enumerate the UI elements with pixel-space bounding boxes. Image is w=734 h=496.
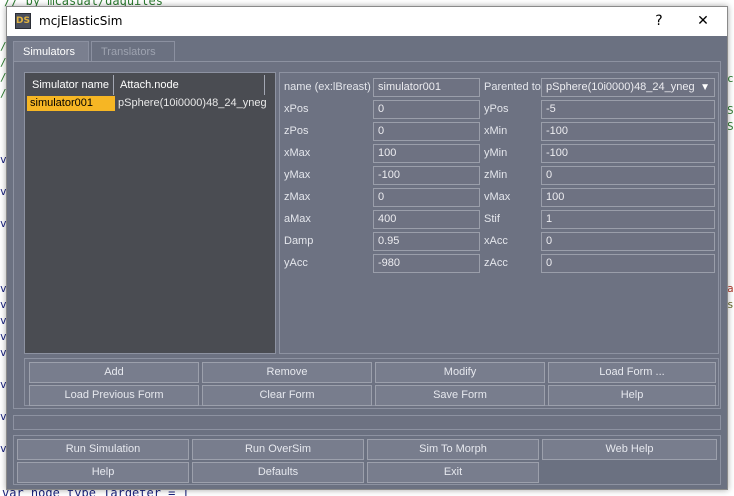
- tab-translators[interactable]: Translators: [91, 41, 175, 61]
- load-form-button[interactable]: Load Form ...: [548, 362, 716, 383]
- zmin-label: zMin: [484, 169, 508, 181]
- save-form-button[interactable]: Save Form: [375, 385, 545, 406]
- dropdown-arrow-icon: ▼: [700, 82, 710, 93]
- column-header-attach-node[interactable]: Attach.node: [115, 75, 265, 95]
- xpos-input[interactable]: 0: [373, 100, 480, 119]
- progress-bar: [13, 415, 721, 430]
- simulators-tab-content: Simulator name Attach.node simulator001 …: [13, 61, 721, 409]
- ymax-label: yMax: [284, 169, 311, 181]
- xmax-label: xMax: [284, 147, 311, 159]
- xmax-input[interactable]: 100: [373, 144, 480, 163]
- damp-label: Damp: [284, 235, 314, 247]
- daz-studio-app-icon: DS: [15, 13, 31, 29]
- zacc-input[interactable]: 0: [541, 254, 715, 273]
- parented-to-label: Parented to: [484, 81, 541, 93]
- load-previous-form-button[interactable]: Load Previous Form: [29, 385, 199, 406]
- simulator-list[interactable]: Simulator name Attach.node simulator001 …: [24, 72, 276, 354]
- attach-node-cell[interactable]: pSphere(10i0000)48_24_yneg: [115, 96, 275, 111]
- xpos-label: xPos: [284, 103, 309, 115]
- name-label: name (ex:lBreast): [284, 81, 371, 93]
- form-button-group: Add Remove Modify Load Form ... Load Pre…: [24, 358, 719, 406]
- web-help-button[interactable]: Web Help: [542, 439, 717, 460]
- form-help-button[interactable]: Help: [548, 385, 716, 406]
- simulator-form: name (ex:lBreast) simulator001 Parented …: [279, 72, 719, 354]
- modify-button[interactable]: Modify: [375, 362, 545, 383]
- title-bar[interactable]: DS mcjElasticSim ? ✕: [7, 7, 727, 36]
- xmin-label: xMin: [484, 125, 508, 137]
- ypos-input[interactable]: -5: [541, 100, 715, 119]
- zmax-label: zMax: [284, 191, 311, 203]
- zmin-input[interactable]: 0: [541, 166, 715, 185]
- remove-button[interactable]: Remove: [202, 362, 372, 383]
- column-header-simulator-name[interactable]: Simulator name: [27, 75, 114, 95]
- exit-button[interactable]: Exit: [367, 462, 539, 483]
- add-button[interactable]: Add: [29, 362, 199, 383]
- yacc-input[interactable]: -980: [373, 254, 480, 273]
- sim-to-morph-button[interactable]: Sim To Morph: [367, 439, 539, 460]
- ymin-label: yMin: [484, 147, 508, 159]
- parented-to-select[interactable]: pSphere(10i0000)48_24_yneg ▼: [541, 78, 715, 97]
- close-icon[interactable]: ✕: [692, 11, 714, 31]
- yacc-label: yAcc: [284, 257, 308, 269]
- name-input[interactable]: simulator001: [373, 78, 480, 97]
- zpos-label: zPos: [284, 125, 309, 137]
- damp-input[interactable]: 0.95: [373, 232, 480, 251]
- zpos-input[interactable]: 0: [373, 122, 480, 141]
- tab-simulators[interactable]: Simulators: [13, 41, 89, 61]
- xmin-input[interactable]: -100: [541, 122, 715, 141]
- ymax-input[interactable]: -100: [373, 166, 480, 185]
- amax-label: aMax: [284, 213, 311, 225]
- run-oversim-button[interactable]: Run OverSim: [192, 439, 364, 460]
- help-question-icon[interactable]: ?: [648, 11, 670, 31]
- run-simulation-button[interactable]: Run Simulation: [17, 439, 189, 460]
- defaults-button[interactable]: Defaults: [192, 462, 364, 483]
- help-button[interactable]: Help: [17, 462, 189, 483]
- elastic-sim-dialog: DS mcjElasticSim ? ✕ Simulators Translat…: [6, 6, 728, 490]
- ymin-input[interactable]: -100: [541, 144, 715, 163]
- zacc-label: zAcc: [484, 257, 508, 269]
- amax-input[interactable]: 400: [373, 210, 480, 229]
- xacc-input[interactable]: 0: [541, 232, 715, 251]
- vmax-label: vMax: [484, 191, 511, 203]
- xacc-label: xAcc: [484, 235, 508, 247]
- window-title: mcjElasticSim: [39, 14, 123, 28]
- ypos-label: yPos: [484, 103, 509, 115]
- clear-form-button[interactable]: Clear Form: [202, 385, 372, 406]
- simulator-name-cell[interactable]: simulator001: [27, 96, 115, 111]
- stif-label: Stif: [484, 213, 500, 225]
- zmax-input[interactable]: 0: [373, 188, 480, 207]
- bottom-button-group: Run Simulation Run OverSim Sim To Morph …: [13, 435, 721, 485]
- stif-input[interactable]: 1: [541, 210, 715, 229]
- parented-to-value: pSphere(10i0000)48_24_yneg: [546, 81, 695, 93]
- vmax-input[interactable]: 100: [541, 188, 715, 207]
